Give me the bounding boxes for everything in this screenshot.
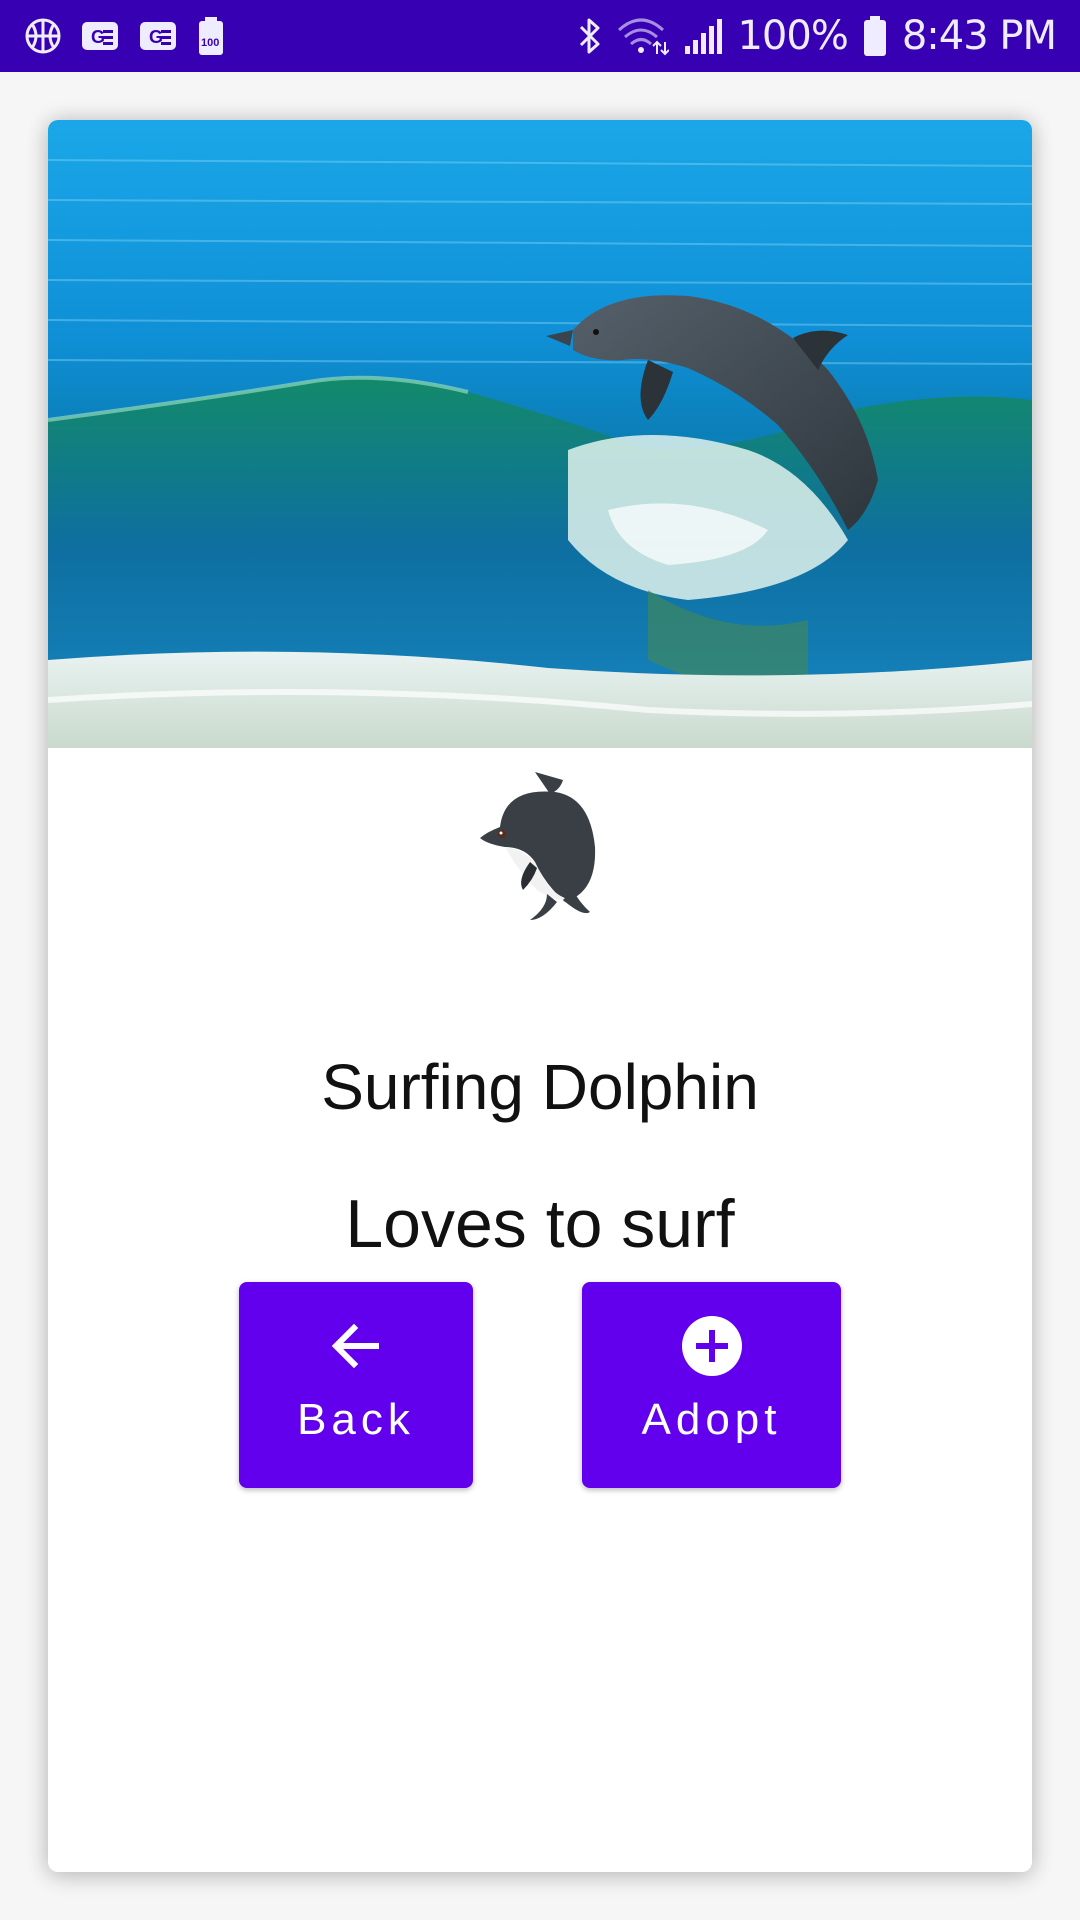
back-button-label: Back bbox=[297, 1395, 415, 1444]
status-bar-right-icons: 100% 8:43 PM bbox=[577, 13, 1057, 59]
svg-text:100: 100 bbox=[201, 37, 219, 49]
svg-text:G: G bbox=[149, 27, 163, 47]
pet-description: Loves to surf bbox=[345, 1186, 735, 1262]
news-icon: G bbox=[138, 19, 178, 53]
battery-icon bbox=[862, 15, 888, 57]
status-bar: G G 100 100% 8:43 PM bbox=[0, 0, 1080, 72]
dolphin-photo bbox=[48, 120, 1032, 748]
pet-detail-card: Surfing Dolphin Loves to surf Back Adopt bbox=[48, 120, 1032, 1872]
basketball-icon bbox=[24, 17, 62, 55]
adopt-button[interactable]: Adopt bbox=[582, 1282, 841, 1488]
add-circle-icon bbox=[681, 1316, 742, 1376]
back-button[interactable]: Back bbox=[239, 1282, 473, 1488]
news-icon: G bbox=[80, 19, 120, 53]
wifi-icon bbox=[617, 16, 670, 56]
status-bar-left-icons: G G 100 bbox=[24, 16, 226, 56]
battery-percent: 100% bbox=[737, 13, 848, 59]
dolphin-emoji-icon bbox=[475, 772, 605, 922]
svg-text:G: G bbox=[91, 27, 105, 47]
arrow-left-icon bbox=[326, 1316, 386, 1376]
pet-name: Surfing Dolphin bbox=[321, 1051, 759, 1123]
signal-icon bbox=[683, 16, 723, 56]
bluetooth-icon bbox=[577, 16, 603, 56]
clock: 8:43 PM bbox=[901, 13, 1057, 59]
battery-100-icon: 100 bbox=[196, 16, 226, 56]
adopt-button-label: Adopt bbox=[641, 1395, 782, 1444]
